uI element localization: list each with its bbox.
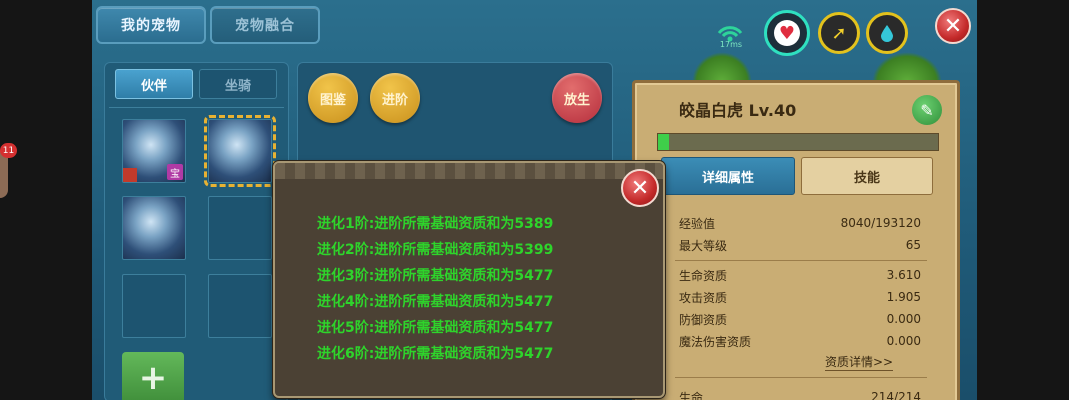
aptitude-row: 生命资质 3.610 — [679, 268, 921, 283]
dialog-line: 进化6阶:进阶所需基础资质和为5477 — [317, 346, 554, 362]
ping-label: 17ms — [719, 40, 743, 49]
aptitude-row: 防御资质 0.000 — [679, 312, 921, 327]
tab-skills[interactable]: 技能 — [801, 157, 933, 195]
stat-row: 最大等级 65 — [679, 238, 921, 253]
tab-detailed-attributes[interactable]: 详细属性 — [661, 157, 795, 195]
empty-slot[interactable] — [208, 196, 272, 260]
pet-slot-selected[interactable] — [204, 115, 276, 187]
stat-row: 经验值 8040/193120 — [679, 216, 921, 231]
aptitude-row: 魔法伤害资质 0.000 — [679, 334, 921, 349]
advance-requirements-dialog: ✕ 进化1阶:进阶所需基础资质和为5389 进化2阶:进阶所需基础资质和为539… — [273, 161, 665, 398]
dialog-close-icon[interactable]: ✕ — [621, 169, 659, 207]
dialog-line: 进化4阶:进阶所需基础资质和为5477 — [317, 294, 554, 310]
add-pet-button[interactable]: + — [122, 352, 184, 400]
advance-button[interactable]: 进阶 — [370, 73, 420, 123]
dialog-line: 进化2阶:进阶所需基础资质和为5399 — [317, 242, 554, 258]
wifi-icon — [716, 22, 744, 42]
heart-icon[interactable]: ♥ — [764, 10, 810, 56]
pet-slot[interactable] — [122, 196, 186, 260]
stat-row: 生命 214/214 — [679, 390, 921, 400]
pet-list-panel: 伙伴 坐骑 宝 + — [104, 62, 289, 400]
pet-slot[interactable]: 宝 — [122, 119, 186, 183]
notification-badge: 11 — [0, 143, 17, 158]
exp-bar — [657, 133, 939, 151]
tab-my-pets[interactable]: 我的宠物 — [96, 6, 206, 44]
aptitude-row: 攻击资质 1.905 — [679, 290, 921, 305]
pet-info-panel: 皎晶白虎 Lv.40 ✎ 详细属性 技能 经验值 8040/193120 最大等级… — [632, 80, 960, 400]
exp-bar-fill — [658, 134, 670, 150]
dialog-line: 进化3阶:进阶所需基础资质和为5477 — [317, 268, 554, 284]
pet-badge: 宝 — [167, 164, 183, 180]
dialog-line: 进化5阶:进阶所需基础资质和为5477 — [317, 320, 554, 336]
tab-pet-fusion[interactable]: 宠物融合 — [210, 6, 320, 44]
release-button[interactable]: 放生 — [552, 73, 602, 123]
water-drop-icon[interactable] — [866, 12, 908, 54]
divider — [109, 107, 284, 108]
plus-icon: + — [138, 358, 168, 398]
aptitude-details-link[interactable]: 资质详情>> — [825, 353, 894, 371]
subtab-partner[interactable]: 伙伴 — [115, 69, 193, 99]
close-icon[interactable]: ✕ — [935, 8, 971, 44]
leaf-decoration — [692, 52, 752, 82]
edit-icon[interactable]: ✎ — [912, 95, 942, 125]
empty-slot[interactable] — [208, 274, 272, 338]
empty-slot[interactable] — [122, 274, 186, 338]
pet-name: 皎晶白虎 Lv.40 — [679, 101, 797, 120]
dialog-line: 进化1阶:进阶所需基础资质和为5389 — [317, 216, 554, 232]
leaf-decoration — [872, 52, 942, 82]
divider — [675, 377, 927, 378]
arm-icon[interactable]: ➚ — [818, 12, 860, 54]
handbook-button[interactable]: 图鉴 — [308, 73, 358, 123]
divider — [675, 260, 927, 261]
dialog-header-decoration — [275, 163, 663, 179]
subtab-mount[interactable]: 坐骑 — [199, 69, 277, 99]
